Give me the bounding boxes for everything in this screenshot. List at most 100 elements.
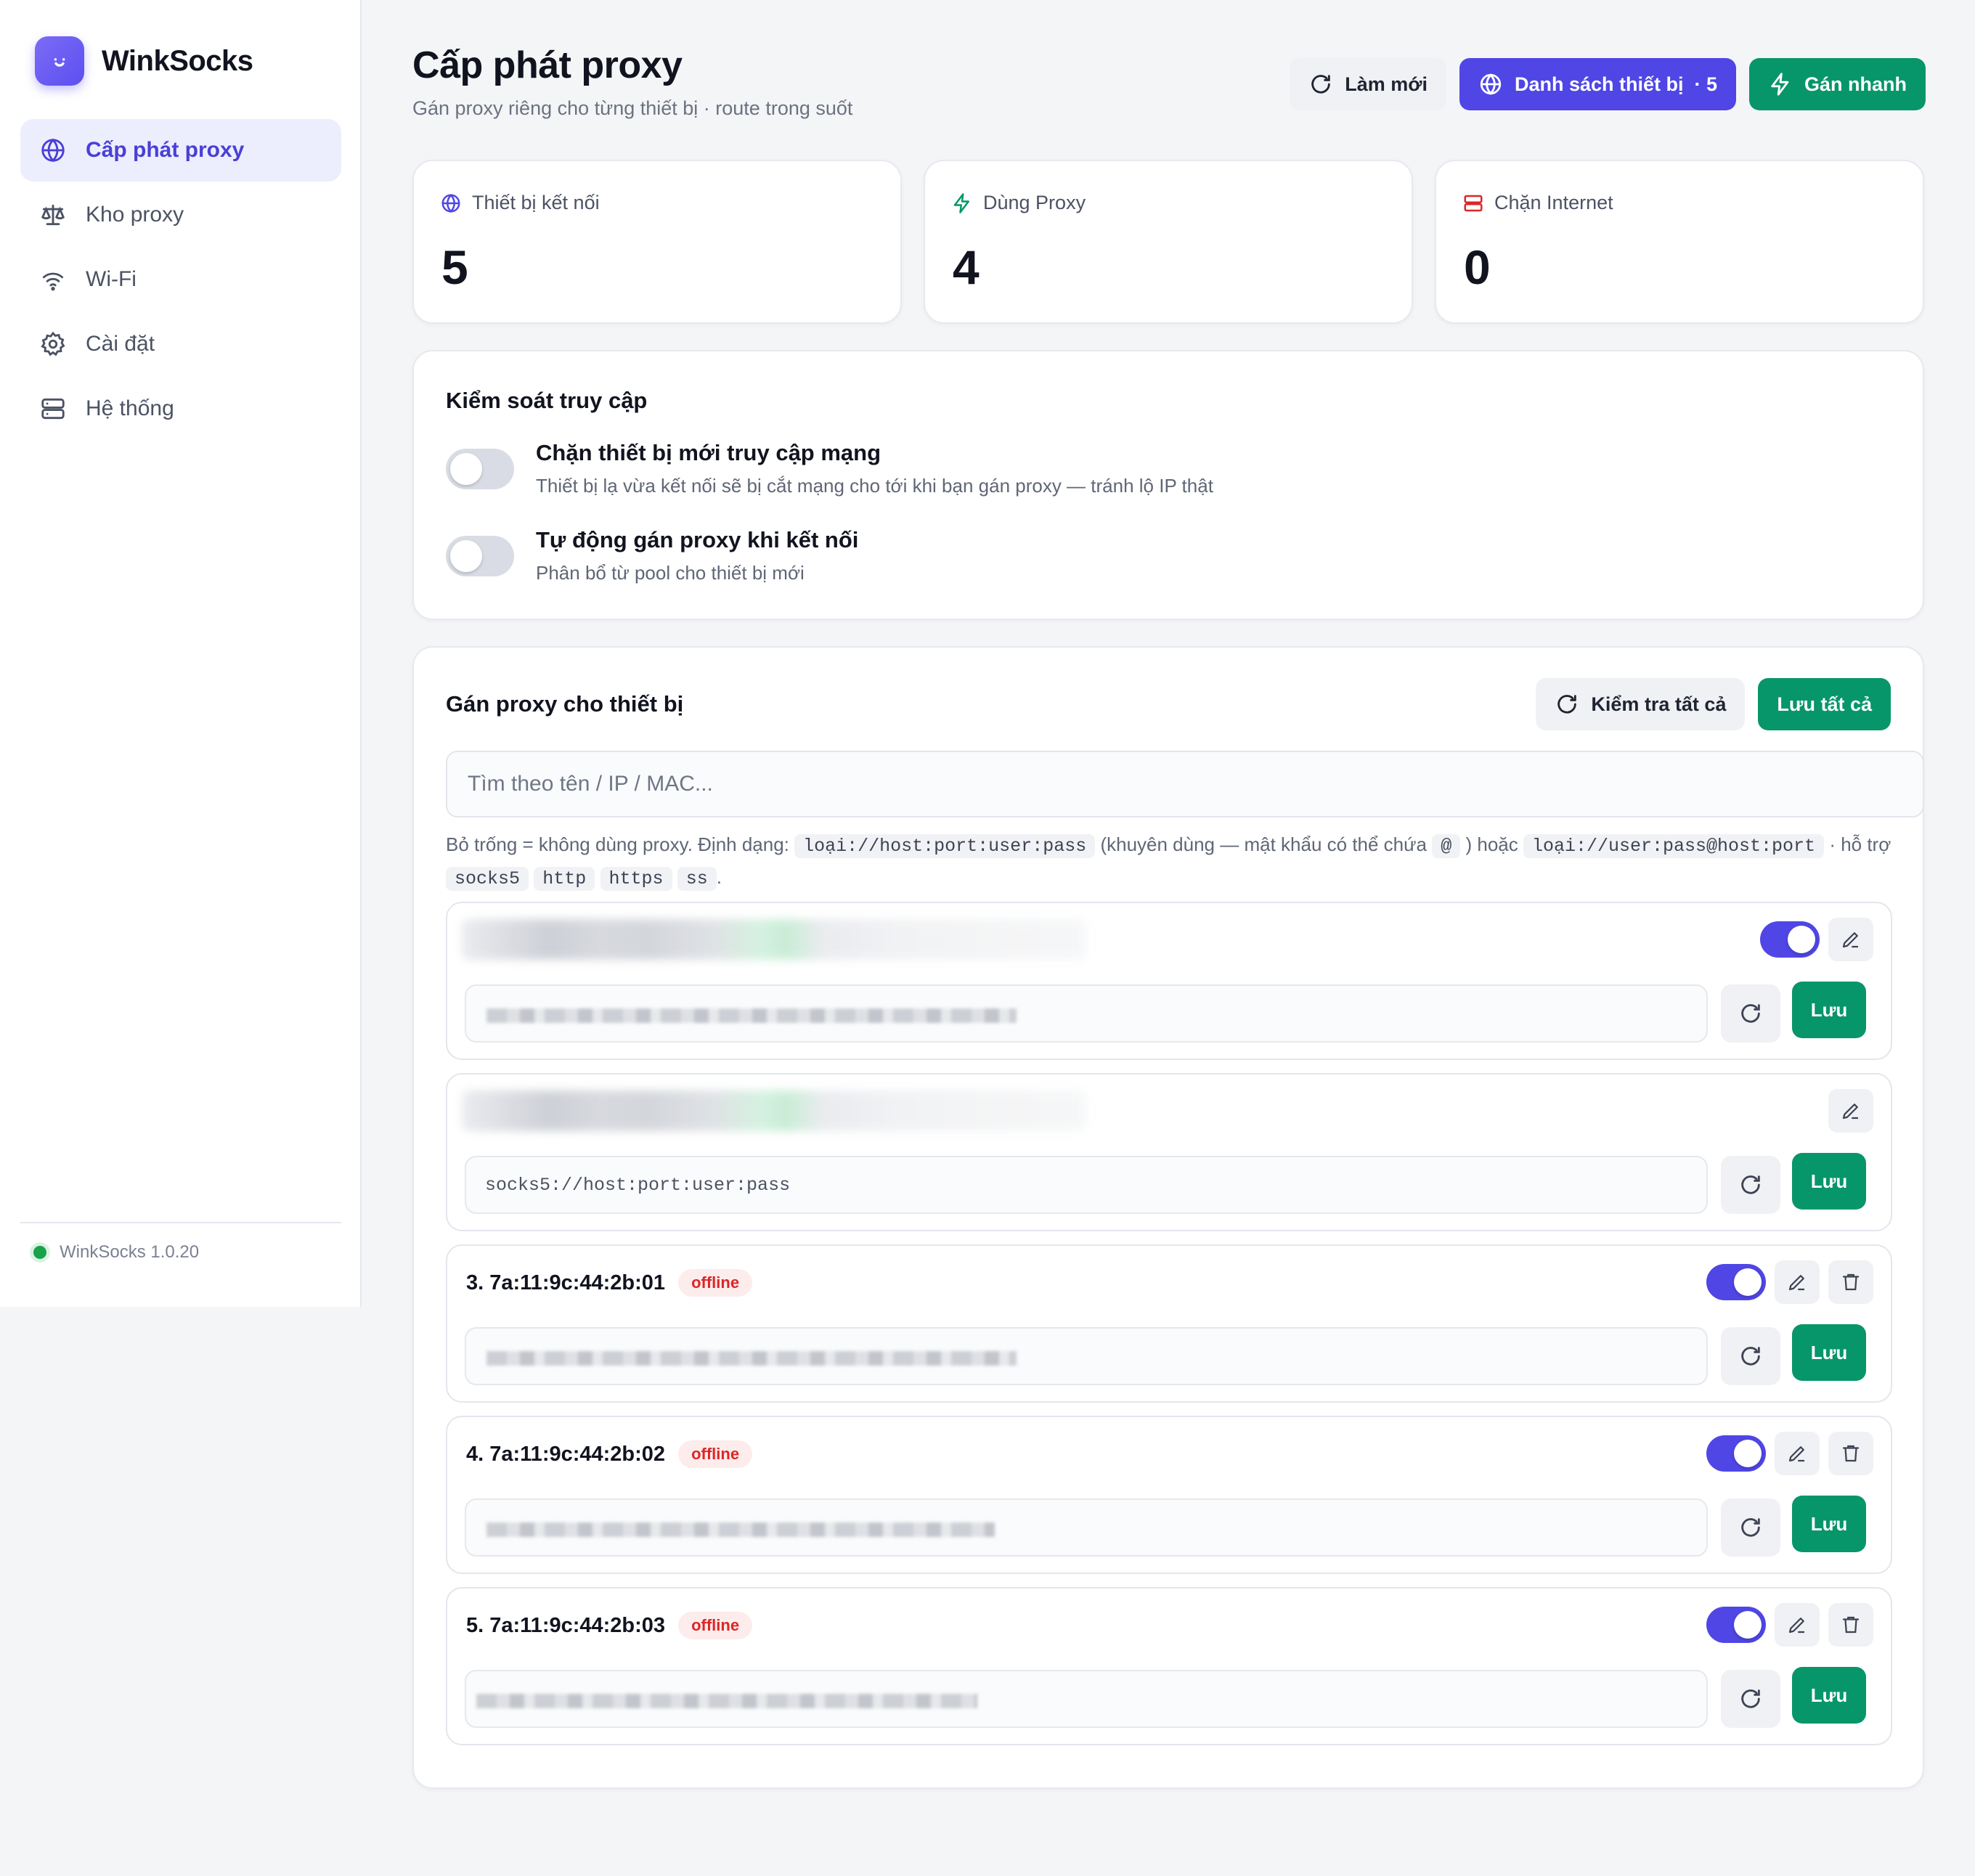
code-snippet: loại://user:pass@host:port [1523,834,1825,858]
device-title: 4. 7a:11:9c:44:2b:02 [466,1442,666,1466]
quick-assign-label: Gán nhanh [1804,73,1907,95]
page-title: Cấp phát proxy [412,44,683,86]
block-new-toggle[interactable] [446,449,514,489]
sidebar-item-cai-dat[interactable]: Cài đặt [20,313,341,375]
sidebar-item-label: Wi-Fi [86,267,137,291]
redacted-proxy-value [476,1694,977,1708]
toggle-knob [1734,1440,1762,1467]
edit-button[interactable] [1775,1603,1820,1647]
search-input[interactable] [446,751,1924,817]
refresh-button[interactable]: Làm mới [1290,58,1446,110]
edit-button[interactable] [1828,918,1873,961]
auto-assign-toggle[interactable] [446,536,514,576]
logo-icon [35,36,84,86]
stat-label: Thiết bị kết nối [472,192,600,213]
sidebar-item-label: Kho proxy [86,203,184,227]
header-actions: Làm mới Danh sách thiết bị · 5 Gán nhanh [1290,58,1926,110]
device-enable-toggle[interactable] [1760,921,1820,958]
sidebar-item-cap-phat-proxy[interactable]: Cấp phát proxy [20,119,341,182]
version-label: WinkSocks 1.0.20 [60,1242,200,1262]
check-proxy-button[interactable] [1721,984,1780,1043]
redacted-proxy-value [486,1008,1017,1023]
refresh-label: Làm mới [1345,73,1428,95]
delete-button[interactable] [1828,1432,1873,1475]
check-proxy-button[interactable] [1721,1498,1780,1557]
section-title: Gán proxy cho thiết bị [446,691,684,717]
sidebar-item-kho-proxy[interactable]: Kho proxy [20,184,341,246]
refresh-icon [1557,695,1577,714]
save-button[interactable]: Lưu [1792,982,1866,1038]
toggle-knob [1734,1268,1762,1296]
save-button[interactable]: Lưu [1792,1153,1866,1210]
code-snippet: @ [1432,834,1461,858]
toggle-knob [450,453,482,485]
device-actions [1706,1603,1873,1647]
save-button[interactable]: Lưu [1792,1667,1866,1724]
sidebar-nav: Cấp phát proxy Kho proxy Wi-Fi Cài đặt H… [20,119,341,442]
toggle-knob [450,540,482,572]
device-actions [1706,1260,1873,1304]
bolt-icon [1771,73,1789,96]
device-enable-toggle[interactable] [1706,1607,1766,1643]
refresh-icon [1741,1175,1760,1194]
save-button[interactable]: Lưu [1792,1496,1866,1552]
device-row: Lưu [446,1073,1892,1231]
stat-value: 5 [441,240,468,294]
server-icon [41,398,65,420]
device-enable-toggle[interactable] [1706,1435,1766,1472]
auto-assign-row: Tự động gán proxy khi kết nối Phân bổ từ… [446,527,858,584]
delete-button[interactable] [1828,1603,1873,1647]
sidebar-item-label: Cấp phát proxy [86,138,245,162]
toggle-knob [1788,926,1815,953]
edit-button[interactable] [1775,1260,1820,1304]
device-row: 3. 7a:11:9c:44:2b:01 offline Lưu [446,1244,1892,1403]
device-title-row: 4. 7a:11:9c:44:2b:02 offline [466,1440,753,1468]
edit-button[interactable] [1775,1432,1820,1475]
edit-button[interactable] [1828,1089,1873,1133]
sidebar: WinkSocks Cấp phát proxy Kho proxy Wi-Fi… [0,0,362,1307]
sidebar-item-wifi[interactable]: Wi-Fi [20,248,341,311]
scale-icon [41,204,65,226]
stat-value: 0 [1464,240,1491,294]
help-text: . [716,866,722,888]
device-list-label: Danh sách thiết bị · 5 [1514,73,1717,95]
brand[interactable]: WinkSocks [35,36,253,86]
globe-icon [41,138,65,163]
sidebar-item-he-thong[interactable]: Hệ thống [20,378,341,440]
check-proxy-button[interactable] [1721,1156,1780,1214]
redacted-proxy-value [486,1522,995,1537]
sidebar-item-label: Cài đặt [86,332,155,356]
pencil-icon [1788,1446,1804,1462]
stat-label: Dùng Proxy [983,192,1086,213]
save-button[interactable]: Lưu [1792,1324,1866,1381]
device-title: 5. 7a:11:9c:44:2b:03 [466,1613,666,1637]
delete-button[interactable] [1828,1260,1873,1304]
assign-actions: Kiểm tra tất cả Lưu tất cả [1536,678,1891,730]
proxy-input[interactable] [465,1156,1708,1214]
device-list-button[interactable]: Danh sách thiết bị · 5 [1459,58,1736,110]
trash-icon [1842,1616,1860,1634]
stat-value: 4 [953,240,980,294]
device-enable-toggle[interactable] [1706,1264,1766,1300]
save-all-button[interactable]: Lưu tất cả [1758,678,1891,730]
device-row: 4. 7a:11:9c:44:2b:02 offline Lưu [446,1416,1892,1574]
quick-assign-button[interactable]: Gán nhanh [1749,58,1926,110]
refresh-icon [1741,1347,1760,1366]
page-subtitle: Gán proxy riêng cho từng thiết bị · rout… [412,97,853,119]
stat-label-row: Dùng Proxy [951,192,1086,214]
pencil-icon [1842,1104,1858,1120]
stat-connected-devices: Thiết bị kết nối 5 [412,160,902,324]
block-new-row: Chặn thiết bị mới truy cập mạng Thiết bị… [446,440,1213,497]
stat-blocked: Chặn Internet 0 [1435,160,1924,324]
code-snippet: socks5 [446,867,529,891]
code-snippet: https [600,867,672,891]
device-title-row: 3. 7a:11:9c:44:2b:01 offline [466,1269,753,1297]
status-badge: offline [678,1440,753,1468]
check-proxy-button[interactable] [1721,1670,1780,1728]
device-row: Lưu [446,902,1892,1060]
check-all-button[interactable]: Kiểm tra tất cả [1536,678,1746,730]
pencil-icon [1788,1618,1804,1634]
code-snippet: ss [677,867,717,891]
check-proxy-button[interactable] [1721,1327,1780,1385]
status-badge: offline [678,1269,753,1297]
